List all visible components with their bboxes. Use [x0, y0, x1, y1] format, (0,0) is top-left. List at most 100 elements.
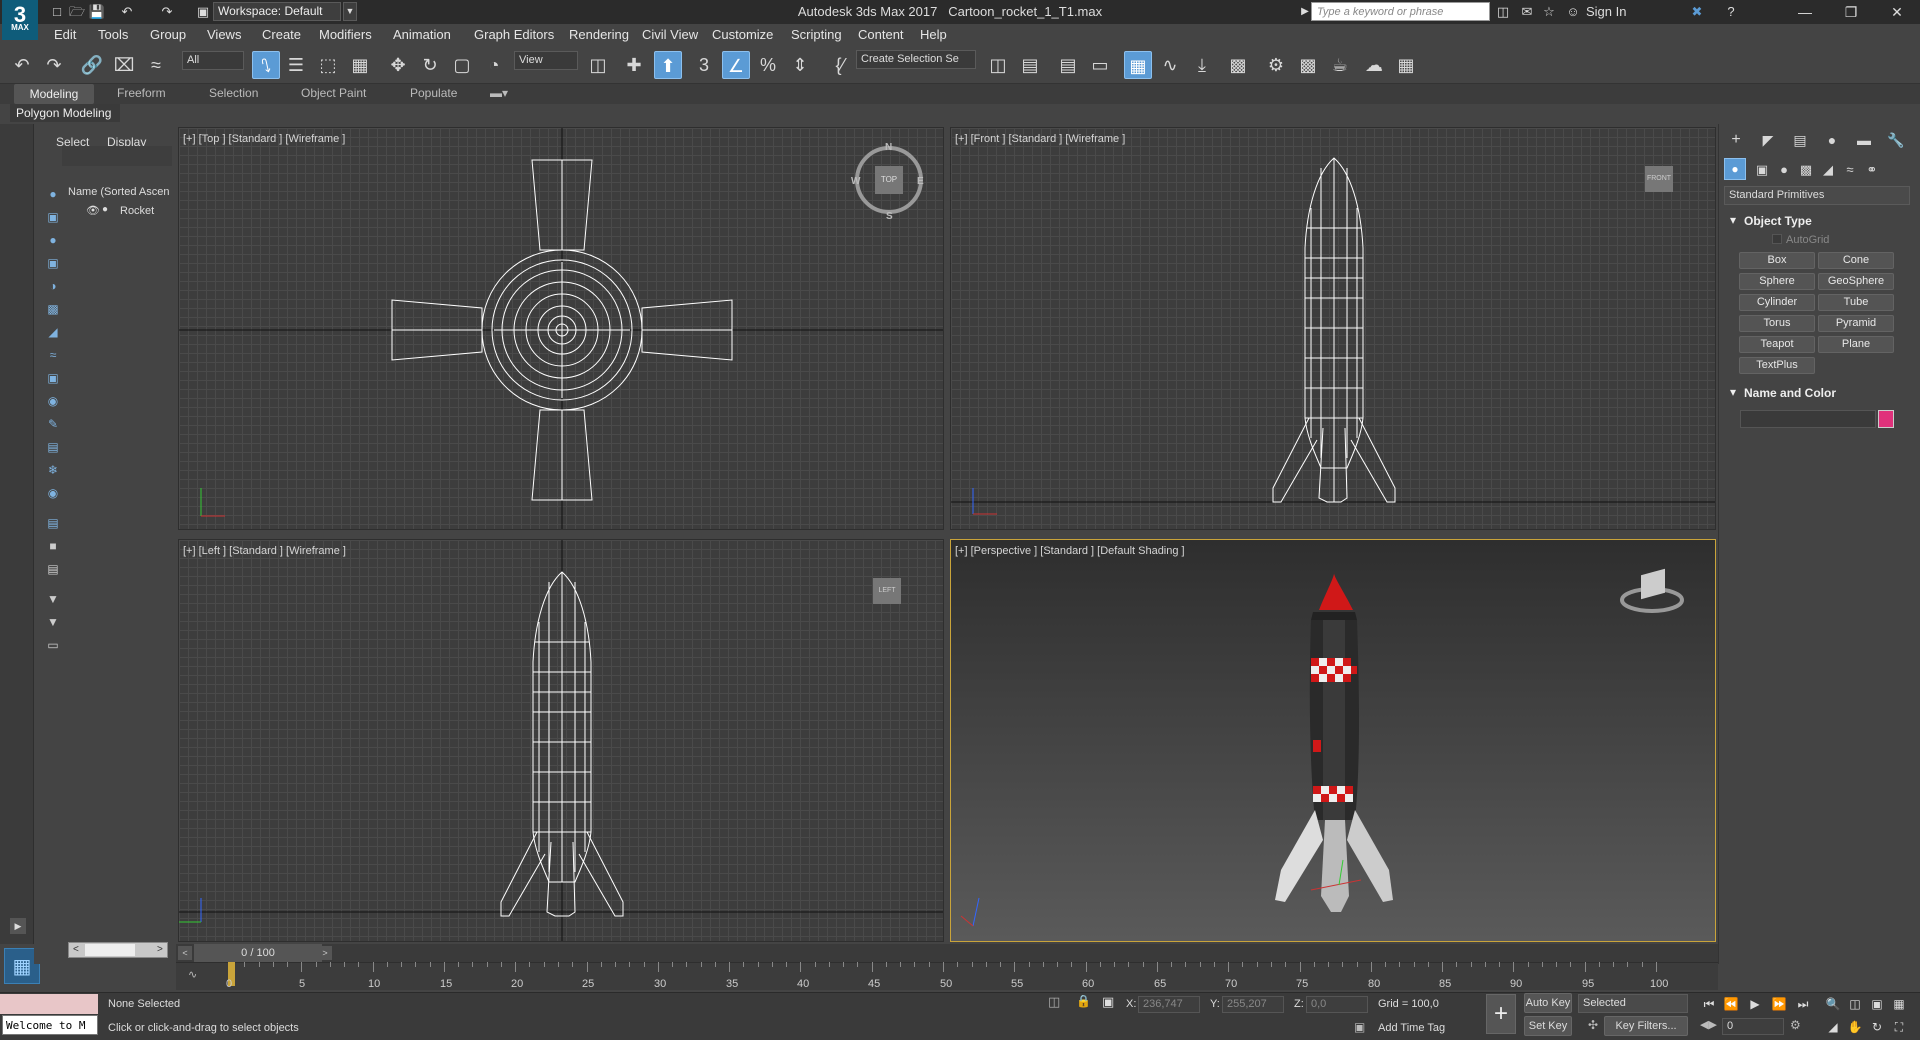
- percent-snap-icon[interactable]: %: [754, 51, 782, 79]
- textplus-button[interactable]: TextPlus: [1739, 357, 1815, 374]
- edit-named-selection-icon[interactable]: {⁄: [826, 51, 854, 79]
- viewcube[interactable]: TOP: [875, 166, 903, 194]
- expand-arrow-icon[interactable]: ▶: [10, 918, 26, 934]
- display-none-icon[interactable]: ●: [44, 185, 62, 203]
- menu-tools[interactable]: Tools: [98, 27, 128, 42]
- render-setup-icon[interactable]: ⚙: [1262, 51, 1290, 79]
- material-editor-icon[interactable]: ▩: [1224, 51, 1252, 79]
- geometry-icon[interactable]: ●: [44, 231, 62, 249]
- play-icon[interactable]: ▶: [1746, 995, 1764, 1013]
- orbit-icon[interactable]: ↻: [1868, 1018, 1886, 1036]
- curve-editor-mini-icon[interactable]: ∿: [188, 968, 197, 981]
- maxscript-listener[interactable]: [0, 994, 98, 1014]
- menu-content[interactable]: Content: [858, 27, 904, 42]
- display-tab-icon[interactable]: ▬: [1850, 126, 1878, 154]
- go-to-start-icon[interactable]: ⏮: [1700, 995, 1718, 1013]
- select-object-icon[interactable]: ⭛: [252, 51, 280, 79]
- systems-category-icon[interactable]: ⚭: [1858, 156, 1886, 184]
- next-frame-icon[interactable]: ⏩: [1770, 995, 1788, 1013]
- schematic-view-icon[interactable]: ⤓: [1188, 51, 1216, 79]
- unlink-icon[interactable]: ⌧: [110, 51, 138, 79]
- mirror-icon[interactable]: ◫: [984, 51, 1012, 79]
- sphere-button[interactable]: Sphere: [1739, 273, 1815, 290]
- expand-arrow-icon[interactable]: ▶: [1299, 0, 1311, 24]
- save-file-icon[interactable]: 💾: [88, 3, 106, 21]
- curve-editor-icon[interactable]: ∿: [1156, 51, 1184, 79]
- undo-icon[interactable]: ↶: [118, 3, 136, 21]
- autogrid-checkbox[interactable]: [1772, 234, 1782, 244]
- viewport-front[interactable]: [+] [Front ] [Standard ] [Wireframe ] FR…: [950, 127, 1716, 530]
- named-selection-dropdown[interactable]: Create Selection Se: [856, 50, 976, 69]
- redo-icon[interactable]: ↷: [40, 51, 68, 79]
- x-coord-field[interactable]: 236,747: [1138, 996, 1200, 1013]
- tube-button[interactable]: Tube: [1818, 294, 1894, 311]
- ribbon-toggle-icon[interactable]: ▬▾: [490, 86, 508, 100]
- zoom-extents-icon[interactable]: ▣: [1868, 995, 1886, 1013]
- menu-views[interactable]: Views: [207, 27, 241, 42]
- new-file-icon[interactable]: □: [48, 3, 66, 21]
- pivot-point-icon[interactable]: ◫: [584, 51, 612, 79]
- primitive-category-dropdown[interactable]: Standard Primitives: [1724, 186, 1910, 205]
- set-key-button[interactable]: Set Key: [1524, 1016, 1572, 1036]
- key-filters-icon[interactable]: ✣: [1588, 1018, 1598, 1032]
- tab-selection[interactable]: Selection: [209, 86, 258, 100]
- key-mode-dropdown[interactable]: Selected: [1578, 994, 1688, 1013]
- project-folder-icon[interactable]: ▣: [194, 3, 212, 21]
- shapes-icon[interactable]: ▣: [44, 254, 62, 272]
- modify-tab-icon[interactable]: ◤: [1754, 126, 1782, 154]
- close-button[interactable]: ✕: [1874, 0, 1920, 24]
- favorites-star-icon[interactable]: ☆: [1540, 3, 1558, 21]
- maximize-viewport-icon[interactable]: ⛶: [1890, 1018, 1908, 1036]
- scroll-right-icon[interactable]: >: [157, 944, 163, 955]
- render-dot-icon[interactable]: ●: [102, 204, 108, 215]
- toggle-ribbon-icon[interactable]: ▭: [1086, 51, 1114, 79]
- maxscript-mini-listener[interactable]: Welcome to M: [2, 1015, 98, 1035]
- teapot-button[interactable]: Teapot: [1739, 336, 1815, 353]
- layer-explorer-icon[interactable]: ▤: [1054, 51, 1082, 79]
- selection-filter-dropdown[interactable]: All: [182, 51, 244, 70]
- geometry-category-icon[interactable]: ●: [1724, 158, 1746, 180]
- scroll-left-icon[interactable]: <: [73, 944, 79, 955]
- viewport-top[interactable]: [+] [Top ] [Standard ] [Wireframe ] TOP …: [178, 127, 944, 530]
- tab-populate[interactable]: Populate: [410, 86, 457, 100]
- menu-edit[interactable]: Edit: [54, 27, 76, 42]
- key-filters-button[interactable]: Key Filters...: [1604, 1016, 1688, 1036]
- search-input[interactable]: Type a keyword or phrase: [1311, 2, 1490, 21]
- list-item[interactable]: Rocket: [120, 205, 154, 217]
- sort-icon[interactable]: ■: [44, 537, 62, 555]
- binoculars-icon[interactable]: ◫: [1494, 3, 1512, 21]
- rotate-icon[interactable]: ↻: [416, 51, 444, 79]
- time-slider[interactable]: [176, 944, 1718, 962]
- containers-icon[interactable]: ▤: [44, 438, 62, 456]
- tab-freeform[interactable]: Freeform: [117, 86, 166, 100]
- add-time-tag[interactable]: Add Time Tag: [1378, 1022, 1445, 1034]
- a360-gallery-icon[interactable]: ▦: [1392, 51, 1420, 79]
- time-tag-icon[interactable]: ▣: [1354, 1020, 1365, 1034]
- auto-key-button[interactable]: Auto Key: [1524, 993, 1572, 1013]
- prev-frame-icon[interactable]: <: [178, 946, 192, 960]
- object-type-rollout[interactable]: Object Type: [1744, 214, 1812, 228]
- explorer-column-header[interactable]: [62, 146, 172, 166]
- properties-icon[interactable]: ▤: [44, 560, 62, 578]
- helpers-icon[interactable]: ◢: [44, 323, 62, 341]
- place-icon[interactable]: ◔: [480, 51, 508, 79]
- move-icon[interactable]: ✥: [384, 51, 412, 79]
- user-icon[interactable]: ☺: [1564, 3, 1582, 21]
- isolate-selection-icon[interactable]: ◫: [1048, 994, 1060, 1010]
- tab-object-paint[interactable]: Object Paint: [301, 86, 366, 100]
- torus-button[interactable]: Torus: [1739, 315, 1815, 332]
- frame-counter[interactable]: 0 / 100: [194, 944, 322, 962]
- menu-customize[interactable]: Customize: [712, 27, 773, 42]
- angle-snap-icon[interactable]: ∠: [722, 51, 750, 79]
- menu-scripting[interactable]: Scripting: [791, 27, 842, 42]
- pyramid-button[interactable]: Pyramid: [1818, 315, 1894, 332]
- menu-help[interactable]: Help: [920, 27, 947, 42]
- keyboard-shortcut-override-icon[interactable]: ⬆: [654, 51, 682, 79]
- menu-graph-editors[interactable]: Graph Editors: [474, 27, 554, 42]
- communication-icon[interactable]: ✉: [1518, 3, 1536, 21]
- field-of-view-icon[interactable]: ◢: [1824, 1018, 1842, 1036]
- open-file-icon[interactable]: 🗁: [68, 3, 86, 21]
- object-color-swatch[interactable]: [1878, 410, 1894, 428]
- render-production-icon[interactable]: ☕: [1326, 51, 1354, 79]
- redo-icon[interactable]: ↷: [158, 3, 176, 21]
